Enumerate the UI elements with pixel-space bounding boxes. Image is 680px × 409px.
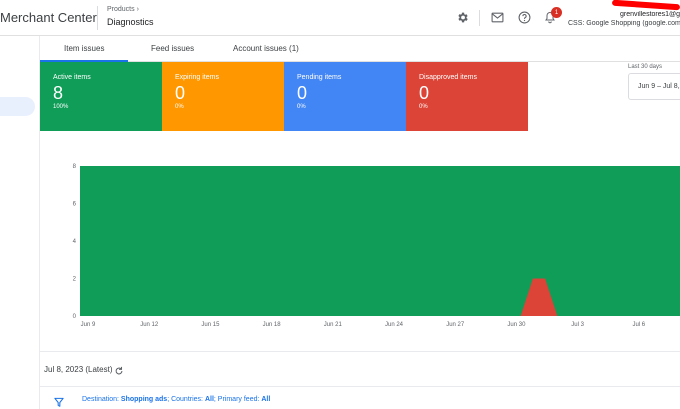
card-active-items[interactable]: Active items 8 100% — [40, 62, 162, 131]
y-tick-label: 2 — [73, 277, 77, 283]
app-title: Merchant Center — [0, 10, 97, 25]
filter-countries-label: Countries: — [171, 396, 203, 403]
filter-summary[interactable]: Destination: Shopping ads; Countries: Al… — [82, 396, 270, 403]
mail-icon[interactable] — [489, 9, 505, 25]
card-percent: 0% — [175, 104, 184, 110]
card-label: Pending items — [297, 74, 342, 81]
tab-account-issues-label: Account issues (1) — [233, 44, 299, 53]
card-percent: 0% — [419, 104, 428, 110]
breadcrumb-parent-label: Products — [107, 6, 135, 13]
x-tick-label: Jun 30 — [507, 322, 526, 328]
filter-feed-value: All — [261, 396, 271, 403]
footer-divider-2 — [40, 386, 680, 387]
refresh-icon[interactable] — [114, 363, 125, 375]
merchant-center-app: Merchant Center Products › Diagnostics 1… — [0, 0, 680, 409]
header-divider — [97, 6, 98, 30]
card-value: 0 — [419, 83, 430, 103]
notification-badge: 1 — [551, 7, 562, 18]
card-disapproved-items[interactable]: Disapproved items 0 0% — [406, 62, 528, 131]
card-value: 8 — [53, 83, 64, 103]
x-tick-label: Jun 9 — [81, 322, 96, 328]
x-tick-label: Jul 3 — [571, 322, 584, 328]
y-tick-label: 0 — [73, 314, 77, 320]
x-tick-label: Jun 18 — [263, 322, 282, 328]
tab-account-issues[interactable]: Account issues (1) — [233, 44, 299, 53]
help-icon[interactable] — [516, 9, 532, 25]
redaction-mark — [611, 0, 680, 11]
tab-feed-issues[interactable]: Feed issues — [151, 44, 194, 53]
x-tick-label: Jul 6 — [632, 322, 645, 328]
gear-icon[interactable] — [454, 9, 470, 25]
tab-item-issues[interactable]: Item issues — [64, 44, 104, 53]
y-tick-label: 4 — [73, 239, 77, 245]
account-email[interactable]: grenvillestores1@gr — [620, 11, 680, 18]
diagnostics-tabs: Item issues Feed issues Account issues (… — [40, 36, 680, 62]
x-tick-label: Jun 24 — [385, 322, 404, 328]
y-tick-label: 8 — [73, 164, 77, 170]
item-status-chart: 0 2 4 6 8 Jun 9 Jun 12 Jun 15 Jun 18 Jun 21 Jun 24… — [73, 164, 680, 328]
footer-divider — [40, 351, 680, 352]
filter-destination-label: Destination: — [82, 396, 119, 403]
card-value: 0 — [175, 83, 186, 103]
filter-countries-value: All — [204, 396, 214, 403]
header-icon-separator — [479, 10, 480, 26]
x-tick-label: Jun 15 — [201, 322, 220, 328]
latest-date: Jul 8, 2023 (Latest) — [44, 365, 113, 374]
filter-icon[interactable] — [54, 395, 65, 407]
tab-feed-issues-label: Feed issues — [151, 44, 195, 53]
x-tick-label: Jun 12 — [140, 322, 159, 328]
card-percent: 100% — [53, 104, 69, 110]
top-header: Merchant Center Products › Diagnostics 1… — [0, 0, 680, 36]
card-expiring-items[interactable]: Expiring items 0 0% — [162, 62, 284, 131]
card-label: Expiring items — [175, 74, 219, 81]
chevron-right-icon: › — [136, 6, 139, 13]
tab-item-issues-label: Item issues — [64, 44, 105, 53]
left-navigation — [0, 36, 40, 409]
card-label: Active items — [53, 74, 91, 81]
filter-feed-label: Primary feed: — [217, 396, 260, 403]
nav-item-selected[interactable] — [0, 97, 35, 116]
card-percent: 0% — [297, 104, 306, 110]
date-range-label: Last 30 days — [628, 64, 663, 70]
y-tick-label: 6 — [73, 202, 77, 208]
card-label: Disapproved items — [419, 74, 477, 81]
x-tick-label: Jun 27 — [446, 322, 465, 328]
card-value: 0 — [297, 83, 308, 103]
account-css: CSS: Google Shopping (google.com/s — [568, 20, 680, 27]
series-area-active-items — [80, 166, 680, 316]
breadcrumb-parent[interactable]: Products › — [107, 6, 139, 13]
page-title: Diagnostics — [107, 17, 154, 27]
date-range-picker[interactable]: Jun 9 – Jul 8, 2023 — [628, 73, 680, 100]
card-pending-items[interactable]: Pending items 0 0% — [284, 62, 406, 131]
x-tick-label: Jun 21 — [324, 322, 343, 328]
filter-destination-value: Shopping ads — [120, 396, 168, 403]
